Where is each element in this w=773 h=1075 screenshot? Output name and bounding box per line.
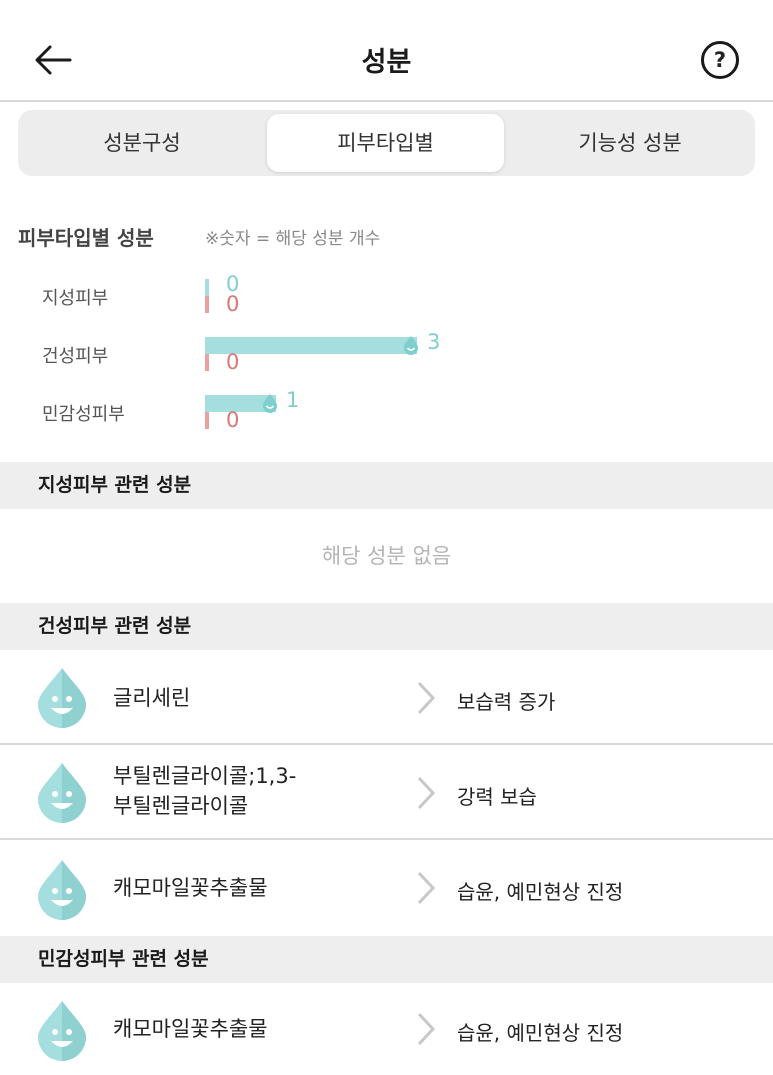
tab-functional-ingredients[interactable]: 기능성 성분 bbox=[511, 114, 749, 172]
empty-state-text: 해당 성분 없음 bbox=[321, 544, 452, 568]
tab-skin-type[interactable]: 피부타입별 bbox=[267, 114, 504, 172]
help-button[interactable]: ? bbox=[701, 41, 739, 79]
bad-value-sensitive: 0 bbox=[226, 408, 240, 432]
app-header: 성분 ? bbox=[0, 0, 773, 102]
bad-bar-dry bbox=[205, 354, 209, 371]
chart-label-oily: 지성피부 bbox=[42, 288, 109, 309]
ingredient-name: 캐모마일꽃추출물 bbox=[113, 876, 268, 900]
bad-value-oily: 0 bbox=[226, 292, 240, 316]
ingredient-effect: 보습력 증가 bbox=[457, 690, 556, 714]
ingredient-name: 부틸렌글라이콜;1,3- 부틸렌글라이콜 bbox=[113, 761, 296, 821]
section-header-dry: 건성피부 관련 성분 bbox=[0, 603, 773, 650]
ingredient-row[interactable]: 글리세린 보습력 증가 bbox=[0, 650, 773, 745]
chart-heading: 피부타입별 성분 bbox=[18, 226, 154, 250]
chevron-right-icon bbox=[417, 1012, 436, 1046]
chevron-right-icon bbox=[417, 681, 436, 715]
good-value-dry: 3 bbox=[427, 330, 441, 354]
chevron-right-icon bbox=[417, 776, 436, 810]
ingredient-effect: 습윤, 예민현상 진정 bbox=[457, 1021, 624, 1045]
ingredient-row[interactable]: 캐모마일꽃추출물 습윤, 예민현상 진정 bbox=[0, 840, 773, 936]
water-drop-smile-icon bbox=[263, 394, 277, 413]
chart-label-dry: 건성피부 bbox=[42, 346, 109, 367]
bad-bar-sensitive bbox=[205, 412, 209, 429]
chart-note: ※숫자 = 해당 성분 개수 bbox=[205, 229, 381, 249]
section-header-oily: 지성피부 관련 성분 bbox=[0, 462, 773, 509]
ingredient-effect: 습윤, 예민현상 진정 bbox=[457, 880, 624, 904]
good-bar-oily bbox=[205, 279, 209, 296]
chart-label-sensitive: 민감성피부 bbox=[42, 404, 125, 425]
help-icon: ? bbox=[713, 48, 727, 72]
ingredient-name: 글리세린 bbox=[113, 686, 191, 710]
segmented-tabs: 성분구성 피부타입별 기능성 성분 bbox=[18, 110, 755, 176]
bad-bar-oily bbox=[205, 296, 209, 313]
chevron-right-icon bbox=[417, 871, 436, 905]
water-drop-smile-icon bbox=[38, 1001, 86, 1061]
ingredient-row[interactable]: 캐모마일꽃추출물 습윤, 예민현상 진정 bbox=[0, 983, 773, 1075]
water-drop-smile-icon bbox=[38, 668, 86, 728]
ingredient-name: 캐모마일꽃추출물 bbox=[113, 1017, 268, 1041]
good-value-sensitive: 1 bbox=[286, 388, 300, 412]
ingredient-effect: 강력 보습 bbox=[457, 785, 537, 809]
ingredient-name-line1: 부틸렌글라이콜;1,3- bbox=[113, 764, 297, 788]
page-title: 성분 bbox=[361, 47, 412, 78]
water-drop-smile-icon bbox=[38, 860, 86, 920]
section-header-sensitive: 민감성피부 관련 성분 bbox=[0, 936, 773, 983]
bad-value-dry: 0 bbox=[226, 350, 240, 374]
water-drop-smile-icon bbox=[404, 336, 418, 355]
water-drop-smile-icon bbox=[38, 763, 86, 823]
ingredient-row[interactable]: 부틸렌글라이콜;1,3- 부틸렌글라이콜 강력 보습 bbox=[0, 745, 773, 840]
ingredient-name-line2: 부틸렌글라이콜 bbox=[113, 794, 249, 818]
tab-ingredient-composition[interactable]: 성분구성 bbox=[24, 114, 260, 172]
